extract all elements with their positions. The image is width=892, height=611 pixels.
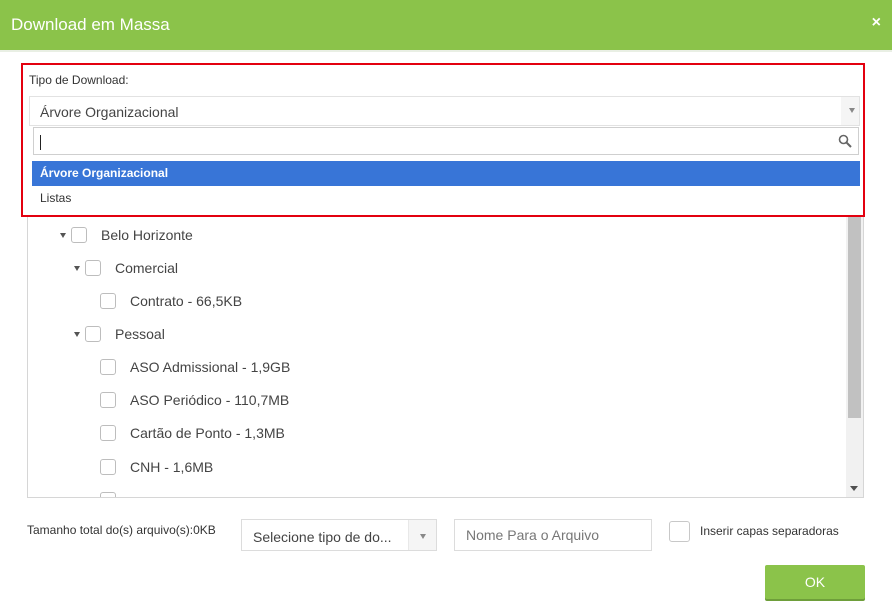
expand-arrow-icon[interactable] [74,265,80,271]
download-type-section: Tipo de Download: Árvore Organizacional … [21,63,865,217]
tree-node-belo-horizonte[interactable]: Belo Horizonte [60,225,193,245]
tree-node-label: Comercial [115,260,179,276]
cover-pages-checkbox[interactable] [669,521,690,542]
tree-checkbox[interactable] [85,260,101,276]
modal-title: Download em Massa [11,15,170,34]
tree-checkbox[interactable] [71,227,87,243]
tree-node-contrato[interactable]: Contrato - 66,5KB [100,291,242,311]
dropdown-search-input[interactable] [33,127,859,155]
download-type-label: Tipo de Download: [29,73,129,87]
expand-arrow-icon[interactable] [60,232,66,238]
scroll-thumb[interactable] [848,215,861,418]
tree-checkbox[interactable] [100,425,116,441]
ok-button[interactable]: OK [765,565,865,599]
tree-node-label: ASO Periódico - 110,7MB [130,392,290,408]
tree-node-label: Cartão de Ponto - 1,3MB [130,425,285,441]
tree-checkbox[interactable] [100,293,116,309]
search-icon [838,134,852,148]
tree-node-cartao-de-ponto[interactable]: Cartão de Ponto - 1,3MB [100,423,285,443]
total-size-label: Tamanho total do(s) arquivo(s):0KB [27,523,216,537]
tree-node-label: ASO Admissional - 1,9GB [130,359,291,375]
tree-checkbox[interactable] [100,492,116,497]
modal-header: Download em Massa × [0,0,892,52]
tree-node-label: Contrato - 66,5KB [130,293,243,309]
tree-node-label: CNH - 1,6MB [130,459,214,475]
tree-checkbox[interactable] [85,326,101,342]
tree-panel[interactable]: Belo Horizonte Comercial Contrato - 66,5… [27,200,864,498]
tree-node-aso-admissional[interactable]: ASO Admissional - 1,9GB [100,357,290,377]
tree-node-cnh[interactable]: CNH - 1,6MB [100,457,213,477]
tree-checkbox[interactable] [100,359,116,375]
expand-arrow-icon[interactable] [74,331,80,337]
text-cursor [40,135,41,150]
tree-scrollbar[interactable] [846,201,863,497]
select-value: Árvore Organizacional [40,104,179,120]
file-type-select-value: Selecione tipo de do... [253,529,392,545]
option-arvore-organizacional[interactable]: Árvore Organizacional [32,161,860,186]
close-icon[interactable]: × [872,14,881,32]
tree-checkbox[interactable] [100,459,116,475]
tree-node-pessoal[interactable]: Pessoal [74,324,165,344]
tree-node-partial[interactable] [100,490,130,497]
chevron-down-icon[interactable] [849,108,855,113]
chevron-down-icon[interactable] [420,534,426,539]
cover-pages-label: Inserir capas separadoras [700,524,839,538]
scroll-down-icon[interactable] [850,486,858,491]
option-listas[interactable]: Listas [32,186,860,211]
tree-node-aso-periodico[interactable]: ASO Periódico - 110,7MB [100,390,289,410]
download-type-select[interactable]: Árvore Organizacional [29,96,860,126]
tree-node-comercial[interactable]: Comercial [74,258,178,278]
download-modal: Download em Massa × Belo Horizonte Comer… [0,0,892,611]
tree-node-label: Pessoal [115,326,165,342]
tree-checkbox[interactable] [100,392,116,408]
filename-input[interactable] [454,519,652,551]
tree-node-label: Belo Horizonte [101,227,193,243]
file-type-select[interactable]: Selecione tipo de do... [241,519,437,551]
